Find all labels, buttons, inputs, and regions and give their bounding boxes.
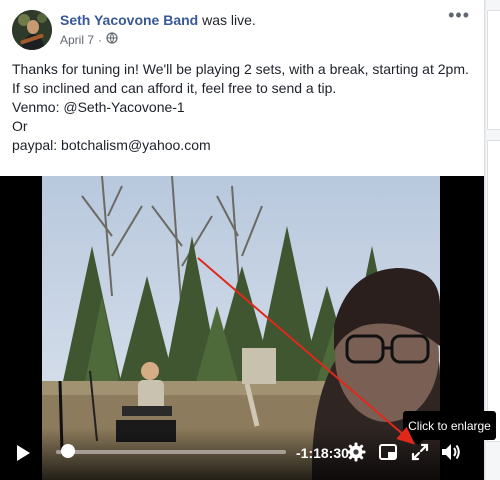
post-body-line: Venmo: @Seth-Yacovone-1	[12, 99, 185, 115]
post-action-text: was live.	[198, 12, 256, 28]
right-column-card	[487, 140, 500, 442]
post-date[interactable]: April 7	[60, 33, 94, 47]
right-column-card	[487, 10, 500, 130]
post-body: Thanks for tuning in! We'll be playing 2…	[12, 60, 472, 155]
meta-dot: ·	[98, 32, 103, 47]
video-progress-handle[interactable]	[60, 444, 75, 458]
page-avatar[interactable]	[12, 10, 52, 50]
post-meta: April 7 ·	[60, 32, 118, 47]
post-header: Seth Yacovone Band was live.	[60, 12, 256, 28]
post-body-line: Thanks for tuning in! We'll be playing 2…	[12, 61, 469, 77]
post-body-line: Or	[12, 118, 28, 134]
page-name-link[interactable]: Seth Yacovone Band	[60, 12, 198, 28]
picture-in-picture-icon[interactable]	[378, 442, 398, 462]
globe-icon	[106, 32, 118, 47]
settings-gear-icon[interactable]	[346, 442, 366, 462]
video-progress-track[interactable]	[56, 450, 286, 454]
post-body-line: paypal: botchalism@yahoo.com	[12, 137, 211, 153]
fullscreen-expand-icon[interactable]	[410, 442, 430, 462]
more-options-icon[interactable]: •••	[448, 6, 470, 24]
volume-icon[interactable]	[440, 442, 462, 462]
post-body-line: If so inclined and can afford it, feel f…	[12, 80, 337, 96]
time-remaining: -1:18:30	[296, 445, 349, 461]
enlarge-tooltip: Click to enlarge	[403, 411, 496, 440]
tooltip-arrow	[413, 440, 423, 445]
play-icon[interactable]	[14, 444, 32, 462]
